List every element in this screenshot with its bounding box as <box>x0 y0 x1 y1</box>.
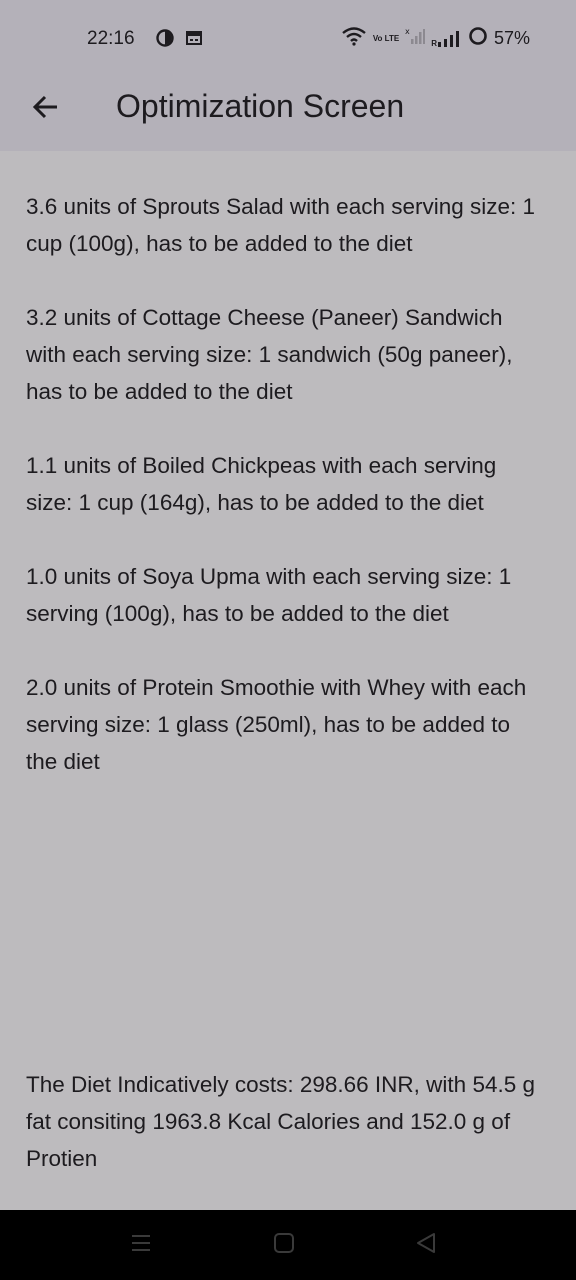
calendar-icon <box>185 29 203 52</box>
page-title: Optimization Screen <box>116 88 405 124</box>
battery-ring-icon <box>468 26 488 51</box>
wifi-icon <box>341 26 367 51</box>
back-button[interactable] <box>22 86 68 132</box>
status-bar: 22:16 Vo LTE x R 57% <box>0 0 576 76</box>
menu-icon <box>129 1231 153 1260</box>
result-item-protein-smoothie: 2.0 units of Protein Smoothie with Whey … <box>26 675 527 774</box>
recents-button[interactable] <box>126 1230 156 1260</box>
svg-text:x: x <box>405 27 410 36</box>
sim-label: R <box>431 38 437 48</box>
result-item-cottage-cheese-sandwich: 3.2 units of Cottage Cheese (Paneer) San… <box>26 305 513 404</box>
status-left-icons <box>155 28 203 53</box>
app-bar: Optimization Screen <box>0 76 576 151</box>
status-right-icons: Vo LTE x R 57% <box>341 26 530 51</box>
sync-icon <box>155 28 175 53</box>
volte-icon: Vo LTE <box>372 33 400 43</box>
system-back-button[interactable] <box>411 1230 441 1260</box>
home-button[interactable] <box>269 1230 299 1260</box>
optimization-results-list: 3.6 units of Sprouts Salad with each ser… <box>26 188 546 817</box>
diet-summary: The Diet Indicatively costs: 298.66 INR,… <box>26 1072 535 1171</box>
signal-icon: R <box>431 30 462 48</box>
result-item-soya-upma: 1.0 units of Soya Upma with each serving… <box>26 564 512 626</box>
result-item-boiled-chickpeas: 1.1 units of Boiled Chickpeas with each … <box>26 453 497 515</box>
status-time: 22:16 <box>87 28 135 49</box>
back-triangle-icon <box>414 1231 438 1260</box>
arrow-left-icon <box>30 92 60 127</box>
volte-label: Vo LTE <box>372 33 400 43</box>
battery-percent: 57% <box>493 28 530 48</box>
home-square-icon <box>272 1231 296 1260</box>
system-nav-bar <box>0 1210 576 1280</box>
signal-x-icon: x <box>405 27 426 50</box>
result-item-sprouts-salad: 3.6 units of Sprouts Salad with each ser… <box>26 194 536 256</box>
